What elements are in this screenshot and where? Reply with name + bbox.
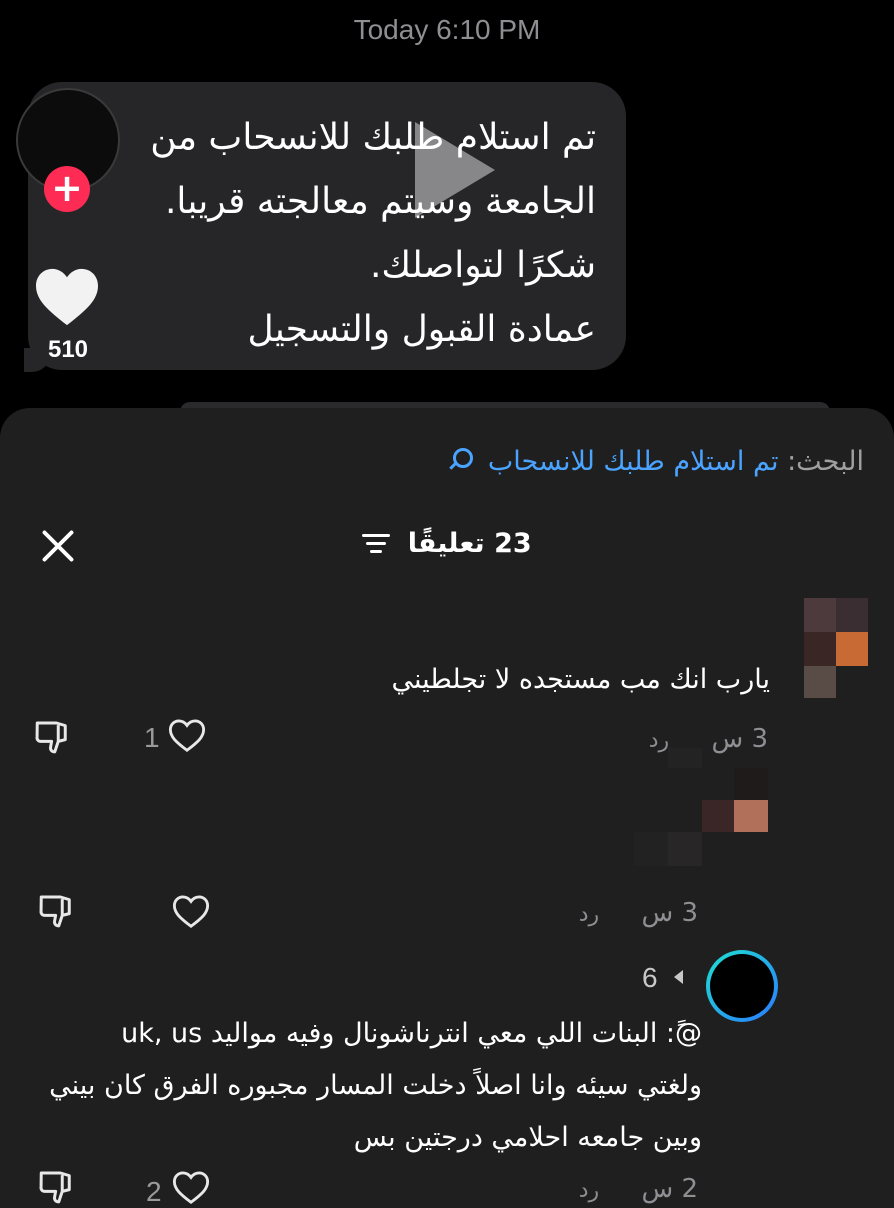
dislike-icon[interactable]	[36, 890, 78, 932]
dislike-icon[interactable]	[32, 716, 74, 758]
heart-icon[interactable]	[32, 266, 102, 328]
reply-button[interactable]: رد	[579, 1178, 599, 1203]
comment-time: 3 س	[641, 898, 698, 928]
play-icon[interactable]	[415, 122, 495, 218]
plus-icon[interactable]: +	[44, 166, 90, 212]
search-icon[interactable]	[453, 448, 474, 468]
close-icon[interactable]	[40, 528, 76, 564]
like-count: 510	[47, 336, 89, 363]
search-suggestion[interactable]: البحث: تم استلام طلبك للانسحاب	[453, 446, 864, 477]
message-line: الجامعة وسيتم معالجته قريبا.	[164, 181, 596, 222]
filter-icon[interactable]	[362, 534, 391, 554]
comment-meta: 3 س رد	[579, 898, 698, 928]
comment-line: @ً: البنات اللي معي انترناشونال وفيه موا…	[121, 1018, 702, 1049]
comment-like-count: 1	[144, 722, 160, 753]
heart-icon[interactable]	[172, 1170, 210, 1206]
comments-count-label: 23 تعليقًا	[407, 528, 532, 559]
comment-meta: 2 س رد	[579, 1174, 698, 1204]
comment-line: وبين جامعه احلامي درجتين بس	[353, 1122, 702, 1153]
comments-count[interactable]: 23 تعليقًا	[300, 528, 594, 559]
comment-time: 2 س	[641, 1174, 698, 1204]
chevron-left-icon[interactable]	[674, 970, 683, 984]
avatar[interactable]	[706, 950, 778, 1022]
avatar[interactable]	[800, 598, 868, 698]
comment-text: يارب انك مب مستجده لا تجلطيني	[391, 664, 770, 695]
search-query[interactable]: تم استلام طلبك للانسحاب	[488, 446, 779, 477]
comment-line: ولغتي سيئه وانا اصلاً دخلت المسار مجبوره…	[49, 1070, 702, 1101]
comment-text: @ً: البنات اللي معي انترناشونال وفيه موا…	[49, 1008, 702, 1164]
comment-like-count: 2	[146, 1176, 162, 1207]
message-line: شكرًا لتواصلك.	[369, 245, 596, 286]
reply-button[interactable]: رد	[579, 902, 599, 927]
pixelated-image[interactable]	[634, 748, 768, 868]
heart-icon[interactable]	[172, 894, 210, 930]
message-line: عمادة القبول والتسجيل	[247, 309, 596, 350]
message-timestamp: Today 6:10 PM	[353, 14, 541, 45]
heart-icon[interactable]	[168, 718, 206, 754]
dislike-icon[interactable]	[36, 1166, 78, 1208]
search-label: البحث:	[787, 446, 864, 477]
replies-count[interactable]: 6	[642, 962, 658, 994]
